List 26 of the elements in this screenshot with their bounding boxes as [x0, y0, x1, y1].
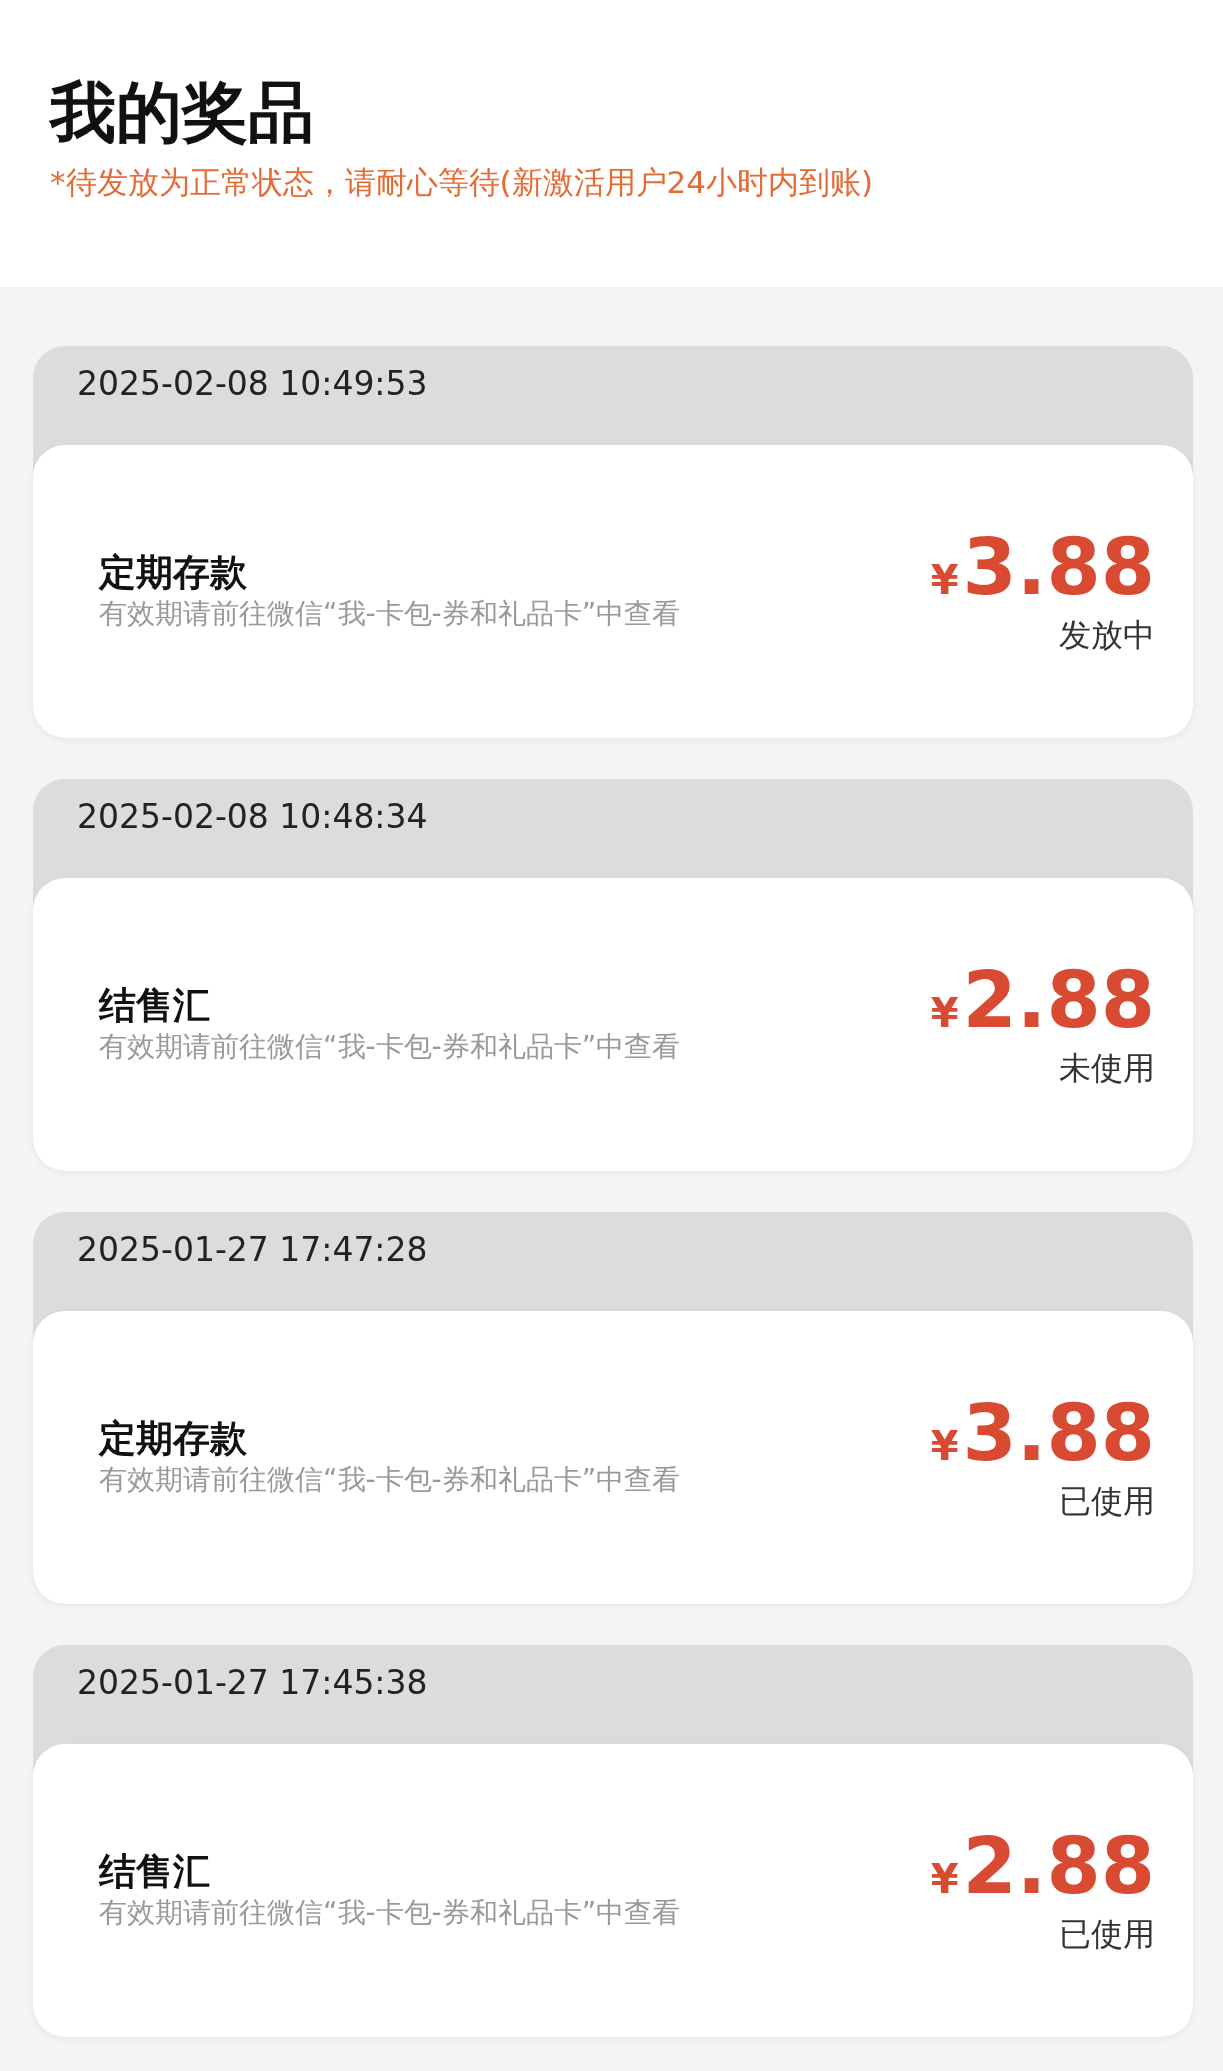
prize-status: 未使用 [1059, 1049, 1155, 1088]
notice-text: *待发放为正常状态，请耐心等待(新激活用户24小时内到账) [50, 164, 875, 202]
currency-symbol: ¥ [930, 1859, 959, 1900]
record-time: 2025-01-27 17:45:38 [77, 1663, 428, 1702]
prize-status: 已使用 [1059, 1915, 1155, 1954]
prize-note: 有效期请前往微信“我-卡包-券和礼品卡”中查看 [99, 595, 681, 632]
record-time: 2025-02-08 10:49:53 [77, 364, 428, 403]
prize-amount: 2.88 [962, 961, 1155, 1040]
prize-amount: 3.88 [962, 1394, 1155, 1473]
prize-name: 结售汇 [99, 1850, 211, 1895]
prize-name: 结售汇 [99, 984, 211, 1029]
currency-symbol: ¥ [930, 993, 959, 1034]
prize-note: 有效期请前往微信“我-卡包-券和礼品卡”中查看 [99, 1894, 681, 1931]
prize-status: 发放中 [1059, 616, 1155, 655]
prize-note: 有效期请前往微信“我-卡包-券和礼品卡”中查看 [99, 1028, 681, 1065]
prize-note: 有效期请前往微信“我-卡包-券和礼品卡”中查看 [99, 1461, 681, 1498]
prize-amount: 3.88 [962, 528, 1155, 607]
currency-symbol: ¥ [930, 560, 959, 601]
prize-name: 定期存款 [99, 1417, 248, 1462]
prize-amount: 2.88 [962, 1827, 1155, 1906]
prize-status: 已使用 [1059, 1482, 1155, 1521]
currency-symbol: ¥ [930, 1426, 959, 1467]
page-title: 我的奖品 [50, 80, 315, 146]
record-time: 2025-01-27 17:47:28 [77, 1230, 428, 1269]
prize-name: 定期存款 [99, 551, 248, 596]
record-time: 2025-02-08 10:48:34 [77, 797, 428, 836]
